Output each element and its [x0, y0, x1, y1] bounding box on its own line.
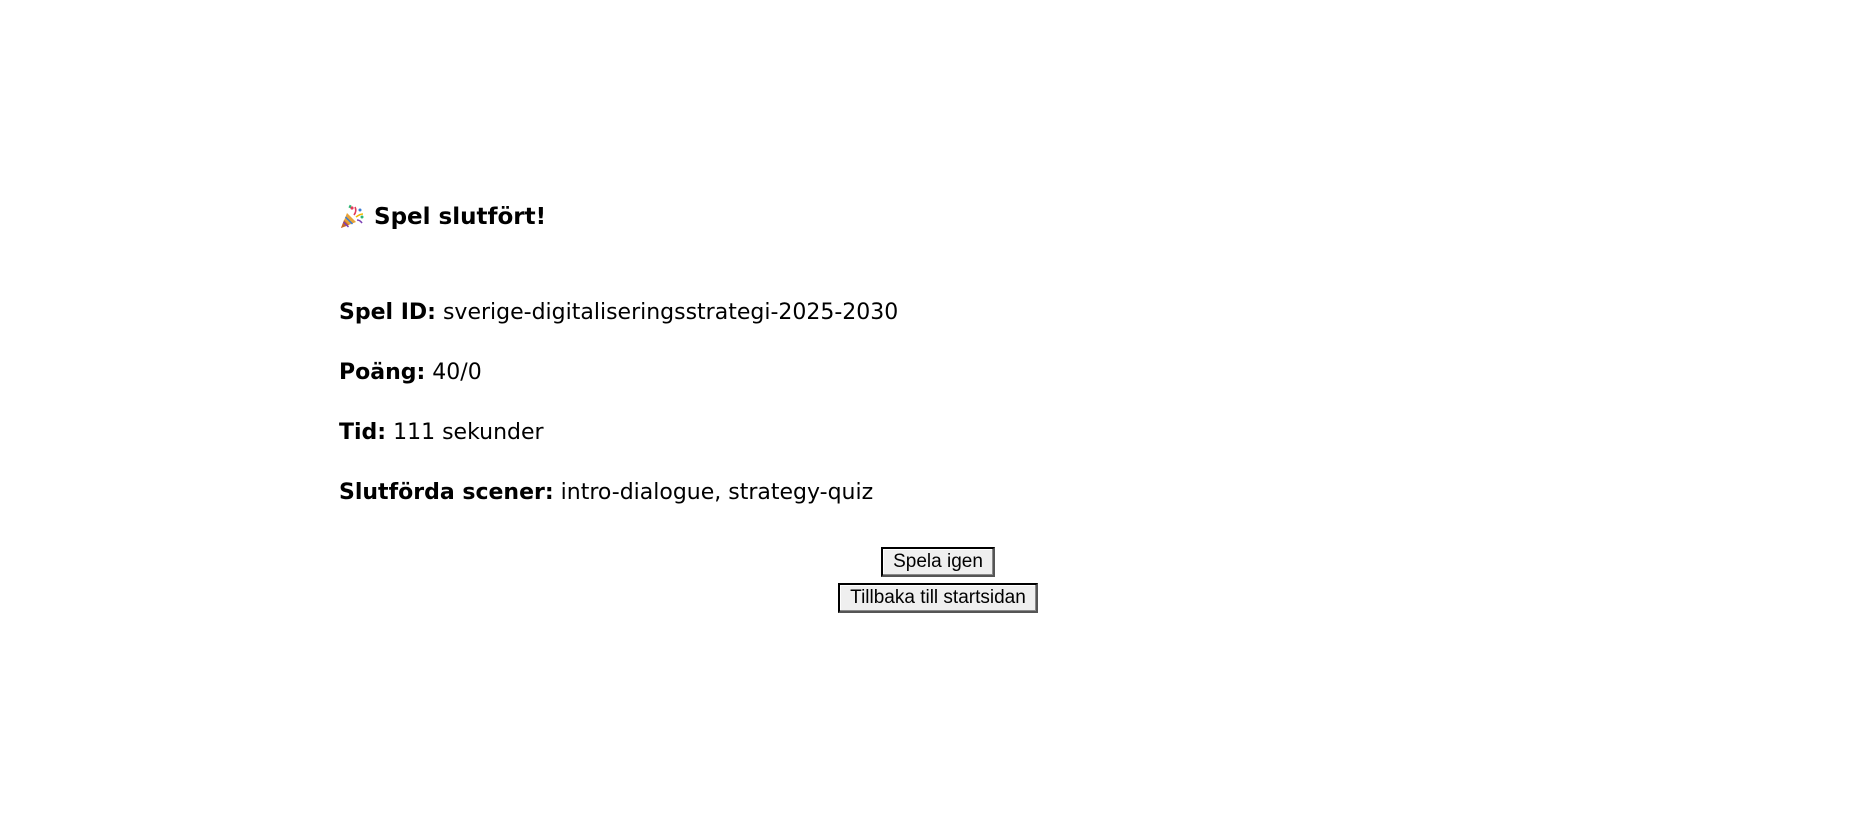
page-title: Spel slutfört! [374, 204, 547, 230]
time-value: 111 sekunder [393, 420, 544, 445]
game-result-panel: Spel slutfört! Spel ID: sverige-digitali… [339, 0, 1537, 829]
completed-scenes-row: Slutförda scener: intro-dialogue, strate… [339, 477, 873, 509]
score-value: 40/0 [432, 360, 482, 385]
back-to-home-button[interactable]: Tillbaka till startsidan [838, 583, 1038, 613]
party-popper-icon [341, 204, 364, 228]
game-id-label: Spel ID: [339, 300, 436, 325]
result-actions: Spela igen Tillbaka till startsidan [339, 547, 1537, 613]
score-label: Poäng: [339, 360, 426, 385]
completed-scenes-value: intro-dialogue, strategy-quiz [560, 480, 874, 505]
score-row: Poäng: 40/0 [339, 357, 482, 389]
play-again-button[interactable]: Spela igen [881, 547, 995, 577]
game-id-row: Spel ID: sverige-digitaliseringsstrategi… [339, 297, 898, 329]
time-label: Tid: [339, 420, 387, 445]
game-id-value: sverige-digitaliseringsstrategi-2025-203… [442, 300, 899, 325]
time-row: Tid: 111 sekunder [339, 417, 544, 449]
result-heading: Spel slutfört! [339, 200, 546, 234]
completed-scenes-label: Slutförda scener: [339, 480, 554, 505]
